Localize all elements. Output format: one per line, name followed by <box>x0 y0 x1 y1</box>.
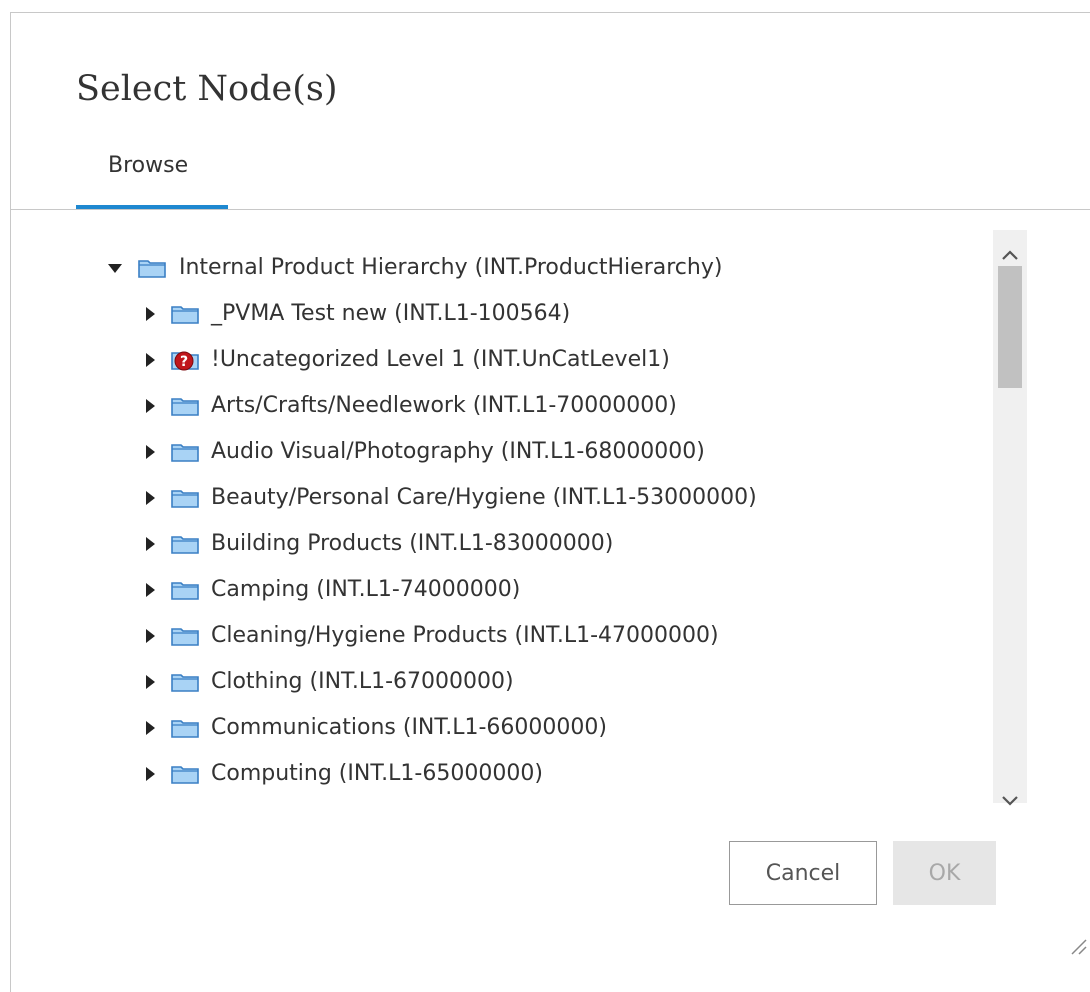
caret-right-icon[interactable] <box>140 626 160 646</box>
caret-right-icon[interactable] <box>140 534 160 554</box>
tree-item-label: Building Products (INT.L1-83000000) <box>211 531 614 556</box>
caret-right-icon[interactable] <box>140 580 160 600</box>
tree-item[interactable]: Arts/Crafts/Needlework (INT.L1-70000000) <box>95 383 975 429</box>
tree-scrollbar[interactable] <box>993 230 1027 806</box>
folder-warning-icon: ? <box>170 348 200 372</box>
tree-item-label: Beauty/Personal Care/Hygiene (INT.L1-530… <box>211 485 757 510</box>
caret-down-icon[interactable] <box>105 258 125 278</box>
folder-icon <box>170 716 200 740</box>
folder-icon <box>170 670 200 694</box>
tree-root-label: Internal Product Hierarchy (INT.ProductH… <box>179 255 723 280</box>
caret-right-icon[interactable] <box>140 442 160 462</box>
resize-grip-icon[interactable] <box>1066 934 1088 956</box>
tab-browse[interactable]: Browse <box>76 149 228 209</box>
tree-item[interactable]: Camping (INT.L1-74000000) <box>95 567 975 613</box>
tree-item[interactable]: Building Products (INT.L1-83000000) <box>95 521 975 567</box>
folder-icon <box>170 440 200 464</box>
tree-item-label: Cleaning/Hygiene Products (INT.L1-470000… <box>211 623 719 648</box>
tree-item-label: Camping (INT.L1-74000000) <box>211 577 521 602</box>
tree-item-label: Clothing (INT.L1-67000000) <box>211 669 514 694</box>
tree-item[interactable]: Beauty/Personal Care/Hygiene (INT.L1-530… <box>95 475 975 521</box>
tree-item[interactable]: Clothing (INT.L1-67000000) <box>95 659 975 705</box>
scroll-thumb[interactable] <box>998 266 1022 388</box>
caret-right-icon[interactable] <box>140 304 160 324</box>
tree-item[interactable]: Computing (INT.L1-65000000) <box>95 751 975 797</box>
tree-item[interactable]: Communications (INT.L1-66000000) <box>95 705 975 751</box>
folder-icon <box>170 394 200 418</box>
tab-divider <box>11 209 1090 210</box>
ok-button[interactable]: OK <box>893 841 996 905</box>
folder-icon <box>170 762 200 786</box>
dialog-title: Select Node(s) <box>76 69 338 109</box>
caret-right-icon[interactable] <box>140 350 160 370</box>
tree-item[interactable]: ? !Uncategorized Level 1 (INT.UnCatLevel… <box>95 337 975 383</box>
tree-item[interactable]: Audio Visual/Photography (INT.L1-6800000… <box>95 429 975 475</box>
caret-right-icon[interactable] <box>140 396 160 416</box>
tree-item-label: Audio Visual/Photography (INT.L1-6800000… <box>211 439 705 464</box>
folder-icon <box>170 486 200 510</box>
folder-icon <box>137 256 167 280</box>
caret-right-icon[interactable] <box>140 764 160 784</box>
cancel-button[interactable]: Cancel <box>729 841 877 905</box>
folder-icon <box>170 578 200 602</box>
tree-item-label: _PVMA Test new (INT.L1-100564) <box>211 301 571 326</box>
svg-text:?: ? <box>180 354 188 370</box>
tree-item-label: !Uncategorized Level 1 (INT.UnCatLevel1) <box>211 347 670 372</box>
node-tree: Internal Product Hierarchy (INT.ProductH… <box>95 233 985 803</box>
tree-root-row[interactable]: Internal Product Hierarchy (INT.ProductH… <box>95 245 975 291</box>
tree-item-label: Computing (INT.L1-65000000) <box>211 761 543 786</box>
tree-item[interactable]: Cleaning/Hygiene Products (INT.L1-470000… <box>95 613 975 659</box>
folder-icon <box>170 302 200 326</box>
scroll-down-icon[interactable] <box>993 784 1027 818</box>
tab-browse-label: Browse <box>108 153 189 178</box>
tree-item-label: Arts/Crafts/Needlework (INT.L1-70000000) <box>211 393 677 418</box>
caret-right-icon[interactable] <box>140 672 160 692</box>
tree-item[interactable]: _PVMA Test new (INT.L1-100564) <box>95 291 975 337</box>
tree-item-label: Communications (INT.L1-66000000) <box>211 715 607 740</box>
folder-icon <box>170 624 200 648</box>
caret-right-icon[interactable] <box>140 718 160 738</box>
caret-right-icon[interactable] <box>140 488 160 508</box>
folder-icon <box>170 532 200 556</box>
